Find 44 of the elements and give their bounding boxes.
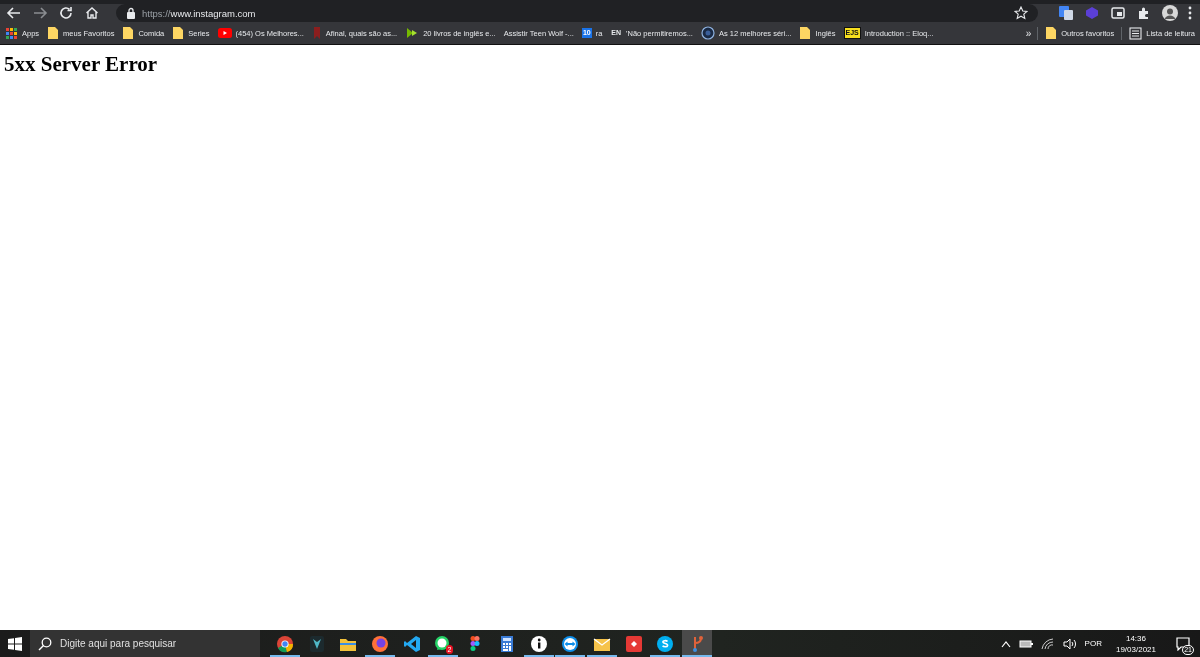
play-icon [217,28,232,38]
clock-time[interactable]: 14:36 [1125,632,1146,644]
firefox-icon [371,634,390,653]
battery-icon[interactable] [1018,638,1033,649]
apps-grid-icon [5,26,18,40]
clock-date[interactable]: 19/03/2021 [1115,643,1156,655]
folder-icon [1045,26,1058,40]
skype-icon [656,634,675,653]
address-bar[interactable]: https://www.instagram.com [116,4,1038,22]
app-tile-icon [624,634,643,653]
search-field[interactable]: Digite aqui para pesquisar [30,630,260,657]
back-icon[interactable] [6,5,22,21]
error-heading: 5xx Server Error [4,52,159,77]
translate-icon[interactable] [1058,5,1074,21]
avatar-icon[interactable] [1162,5,1178,21]
mask-icon [307,634,326,653]
language-indicator[interactable]: POR [1084,639,1102,648]
window-icon[interactable] [1110,5,1126,21]
teamviewer-icon [561,634,580,653]
chevron-up-icon[interactable] [1000,639,1011,648]
home-icon[interactable] [84,5,100,21]
overflow-button[interactable]: » [1025,27,1032,39]
reload-icon[interactable] [58,5,74,21]
star-icon[interactable] [1014,6,1028,20]
folder-icon [172,26,185,40]
folder-icon [799,26,812,40]
code-icon [402,634,421,653]
notification-icon [1176,636,1190,651]
forward-icon[interactable] [32,5,48,21]
windows-logo-icon [8,636,22,651]
folder-icon [47,26,60,40]
globe-icon [700,26,715,40]
url-text: https://www.instagram.com [142,7,256,19]
folder-icon [122,26,135,40]
wifi-icon[interactable] [1040,637,1055,650]
menu-icon[interactable] [1188,6,1192,20]
reading-list-icon [1129,26,1143,40]
chrome-icon [276,634,294,653]
search-icon [38,636,52,651]
bookmark-icon [311,26,322,40]
info-icon [529,634,548,653]
speaker-icon[interactable] [1062,637,1077,650]
taskbar-app[interactable] [681,630,712,657]
lock-icon [126,7,136,19]
